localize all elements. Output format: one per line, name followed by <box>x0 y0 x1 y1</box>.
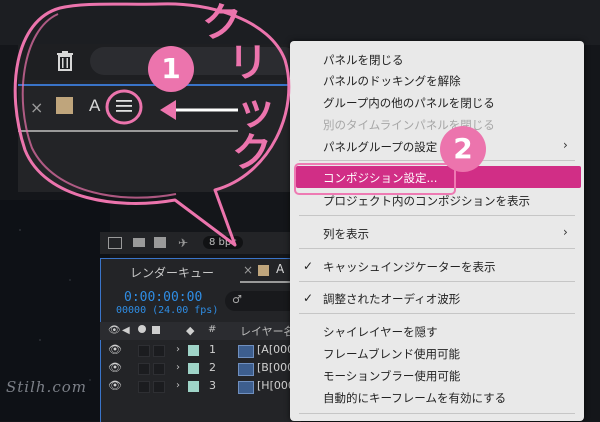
menu-item-columns[interactable]: 列を表示 <box>323 226 369 242</box>
panel-menu-icon[interactable] <box>115 98 133 114</box>
handwritten-char: ッ <box>236 87 276 134</box>
solo-column-icon <box>138 325 146 333</box>
handwritten-char: リ <box>228 39 268 86</box>
checkmark-icon: ✓ <box>303 259 314 273</box>
step-2-badge: 2 <box>440 126 486 172</box>
layer-label-color[interactable] <box>188 381 199 392</box>
menu-item-show-cache-indicators[interactable]: キャッシュインジケーターを表示 <box>323 259 496 275</box>
visibility-eye-icon[interactable]: 👁 <box>108 379 122 392</box>
layer-label-color[interactable] <box>188 363 199 374</box>
visibility-eye-icon[interactable]: 👁 <box>108 343 122 356</box>
solo-toggle[interactable] <box>138 381 150 393</box>
comp-tab-close-icon[interactable]: × <box>243 263 253 277</box>
label-column-icon: ◆ <box>186 324 195 337</box>
audio-column-icon: ◀ <box>122 325 130 336</box>
menu-separator <box>299 160 575 161</box>
solo-toggle[interactable] <box>138 345 150 357</box>
menu-item-close-other-panels[interactable]: グループ内の他のパネルを閉じる <box>323 95 495 111</box>
folder-icon[interactable] <box>133 238 145 247</box>
trash-icon[interactable] <box>54 50 76 72</box>
menu-separator <box>299 413 575 414</box>
menu-item-undock-panel[interactable]: パネルのドッキングを解除 <box>323 73 461 89</box>
visibility-eye-icon[interactable]: 👁 <box>108 361 122 374</box>
expand-chevron-icon[interactable]: › <box>176 380 180 391</box>
search-icon: ♂ <box>232 293 242 306</box>
expand-chevron-icon[interactable]: › <box>176 344 180 355</box>
menu-separator <box>299 313 575 314</box>
new-comp-icon[interactable] <box>154 237 166 248</box>
comp-layer-icon <box>238 363 254 376</box>
solo-toggle[interactable] <box>138 363 150 375</box>
handwritten-char: ク <box>232 129 272 176</box>
lock-toggle[interactable] <box>153 381 165 393</box>
lock-toggle[interactable] <box>153 363 165 375</box>
pin-icon[interactable]: ✈ <box>178 236 188 250</box>
menu-item-hide-shy-layers[interactable]: シャイレイヤーを隠す <box>323 324 438 340</box>
frame-rate-label: 00000 (24.00 fps) <box>116 305 219 316</box>
menu-item-enable-motion-blur[interactable]: モーションブラー使用可能 <box>323 368 460 384</box>
menu-separator <box>299 248 575 249</box>
layer-name[interactable]: [B[000 <box>257 361 294 374</box>
bit-depth-badge[interactable]: 8 bpc <box>203 236 243 249</box>
menu-item-rectified-audio-waveforms[interactable]: 調整されたオーディオ波形 <box>323 291 460 307</box>
menu-separator <box>299 281 575 282</box>
menu-item-close-panel[interactable]: パネルを閉じる <box>323 52 404 68</box>
comp-tab-label-small[interactable]: A <box>276 262 284 276</box>
layer-label-color[interactable] <box>188 345 199 356</box>
project-toolbar: ✈ <box>100 232 290 254</box>
menu-item-enable-frame-blending[interactable]: フレームブレンド使用可能 <box>323 346 460 362</box>
comp-tab-swatch <box>56 97 73 114</box>
menu-separator <box>299 215 575 216</box>
checkmark-icon: ✓ <box>303 291 314 305</box>
layer-number: 3 <box>209 379 216 392</box>
tab-close-icon[interactable]: × <box>30 98 43 117</box>
app-top-bar <box>0 0 600 45</box>
submenu-arrow-icon: › <box>563 138 568 152</box>
handwritten-click-annotation: ク リ ッ ク <box>200 0 276 190</box>
interpret-footage-icon[interactable] <box>108 237 122 249</box>
composition-settings-callout-box <box>294 163 456 195</box>
viewer-watermark-text: Stilh.com <box>6 378 87 396</box>
menu-item-reveal-comp-in-project[interactable]: プロジェクト内のコンポジションを表示 <box>323 193 530 209</box>
menu-item-auto-keyframe[interactable]: 自動的にキーフレームを有効にする <box>323 390 506 406</box>
comp-tab-swatch-small <box>258 265 269 276</box>
layer-number: 2 <box>209 361 216 374</box>
layer-name-header[interactable]: レイヤー名 <box>240 323 295 339</box>
comp-layer-icon <box>238 381 254 394</box>
layer-name[interactable]: [A[000 <box>257 343 294 356</box>
expand-chevron-icon[interactable]: › <box>176 362 180 373</box>
submenu-arrow-icon: › <box>563 225 568 239</box>
step-1-badge: 1 <box>148 46 194 92</box>
lock-toggle[interactable] <box>153 345 165 357</box>
lock-column-icon <box>152 326 160 334</box>
layer-number: 1 <box>209 343 216 356</box>
menu-item-panel-group-settings[interactable]: パネルグループの設定 <box>323 139 437 155</box>
layer-number-header: # <box>208 324 217 335</box>
tab-render-queue[interactable]: レンダーキュー <box>130 264 214 281</box>
current-time-display[interactable]: 0:00:00:00 <box>124 290 202 305</box>
comp-layer-icon <box>238 345 254 358</box>
eye-column-icon: 👁 <box>108 325 121 336</box>
comp-tab-label[interactable]: A <box>89 96 100 116</box>
